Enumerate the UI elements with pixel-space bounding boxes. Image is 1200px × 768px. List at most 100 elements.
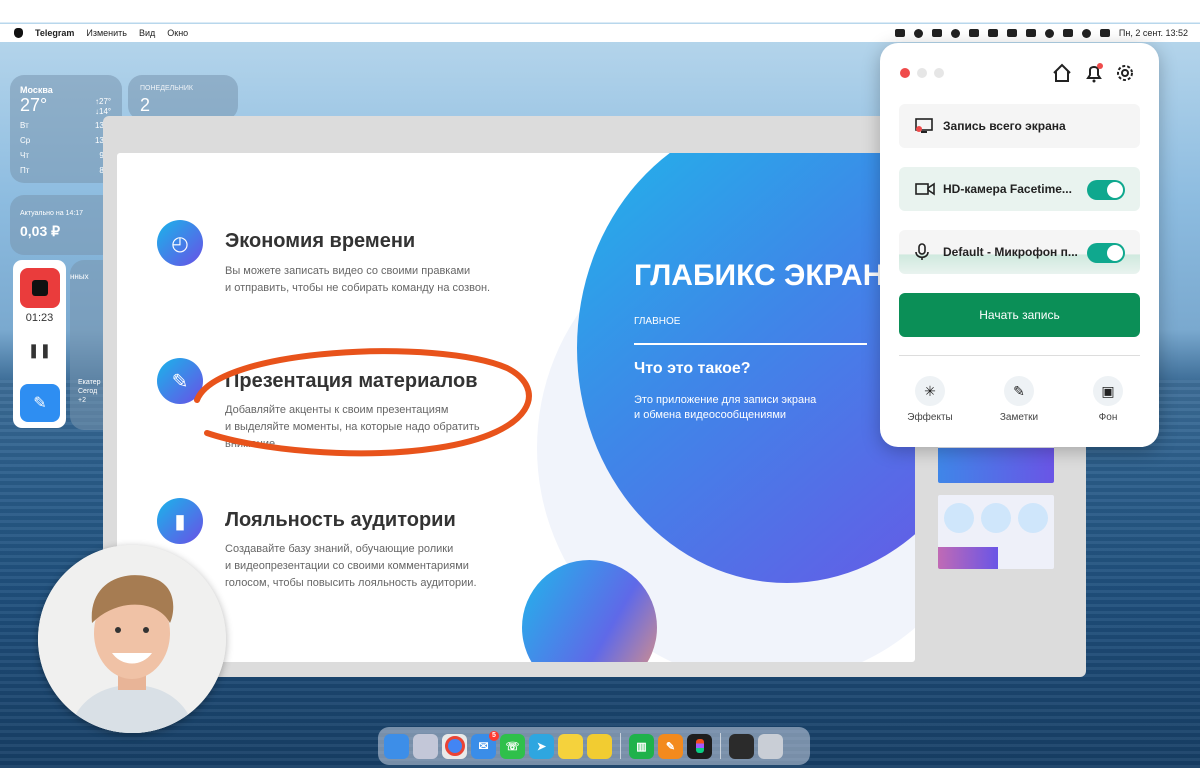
slide-divider <box>634 343 867 345</box>
effects-tool[interactable]: ✳ Эффекты <box>900 376 960 423</box>
menu-clock[interactable]: Пн, 2 сент. 13:52 <box>1119 28 1188 38</box>
webcam-avatar[interactable] <box>38 545 226 733</box>
calendar-widget[interactable]: ПОНЕДЕЛЬНИК 2 <box>128 75 238 120</box>
microphone-option[interactable]: Default - Микрофон п... <box>899 230 1140 274</box>
bell-icon[interactable] <box>1082 61 1106 85</box>
menu-item-view[interactable]: Вид <box>139 28 155 38</box>
thumbnail-preview <box>938 448 1054 483</box>
dock-figma-icon[interactable] <box>687 733 712 759</box>
menu-item-edit[interactable]: Изменить <box>86 28 127 38</box>
background-tool[interactable]: ▣ Фон <box>1078 376 1138 423</box>
network-icon[interactable] <box>968 29 979 37</box>
weather-row: Чт9 21 <box>20 151 115 160</box>
battery-icon[interactable] <box>931 29 942 37</box>
option-label: HD-камера Facetime... <box>943 182 1072 196</box>
dock-numbers-icon[interactable]: ▥ <box>629 733 654 759</box>
eject-icon[interactable] <box>1062 29 1073 37</box>
book-icon: ▮ <box>157 498 203 544</box>
dock-finder-icon[interactable] <box>384 733 409 759</box>
thumbnail-preview <box>944 503 974 533</box>
wifi-icon[interactable] <box>1044 28 1054 38</box>
background-icon: ▣ <box>1093 376 1123 406</box>
weather-low: ↓14° <box>95 107 112 116</box>
slide-question: Что это такое? <box>634 360 751 377</box>
timer-icon: ◴ <box>157 220 203 266</box>
dock-chrome-icon[interactable] <box>442 733 467 759</box>
stop-icon <box>32 280 48 296</box>
presentation-slide[interactable]: ◴ Экономия времени Вы можете записать ви… <box>117 153 915 662</box>
dock-pages-icon[interactable]: ✎ <box>658 733 683 759</box>
tool-label: Фон <box>1098 412 1118 423</box>
stock-label: Актуально на 14:17 <box>20 210 84 217</box>
slide-answer: Это приложение для записи экрана и обмен… <box>634 394 817 421</box>
option-label: Default - Микрофон п... <box>943 245 1078 259</box>
zoom-dot-icon[interactable] <box>934 68 944 78</box>
notes-tool[interactable]: ✎ Заметки <box>989 376 1049 423</box>
draw-button[interactable]: ✎ <box>20 384 60 422</box>
dock-activity-monitor-icon[interactable] <box>729 733 754 759</box>
recording-toolbar: 01:23 ❚❚ ✎ <box>13 260 66 428</box>
dock-stickies-icon[interactable] <box>587 733 612 759</box>
thumbnail-preview <box>938 547 998 569</box>
dock-launchpad-icon[interactable] <box>413 733 438 759</box>
toggle-knob <box>1107 245 1123 261</box>
spotlight-icon[interactable] <box>1081 28 1091 38</box>
tool-label: Эффекты <box>907 412 953 423</box>
mail-badge: 5 <box>489 730 499 741</box>
dock-mail-icon[interactable]: ✉ 5 <box>471 730 499 759</box>
panel-divider <box>899 355 1140 356</box>
dock-separator <box>620 733 621 759</box>
recorder-status-icon[interactable] <box>913 28 923 38</box>
thumbnail-preview <box>981 503 1011 533</box>
person-photo <box>38 545 226 733</box>
stock-value: 0,03 ₽ <box>20 223 61 239</box>
tool-label: Заметки <box>999 412 1039 423</box>
menu-item-window[interactable]: Окно <box>167 28 188 38</box>
apple-icon[interactable] <box>14 28 23 38</box>
annotation-ellipse[interactable] <box>177 338 597 468</box>
weather-temp: 27° <box>20 95 48 115</box>
dock-telegram-icon[interactable]: ➤ <box>529 733 554 759</box>
menu-bar: Telegram Изменить Вид Окно Пн, 2 сент. 1… <box>0 24 1200 42</box>
camera-toggle[interactable] <box>1087 180 1125 200</box>
dock: ✉ 5 ☏ ➤ ▥ ✎ <box>378 727 810 765</box>
menu-app-name[interactable]: Telegram <box>35 28 74 38</box>
control-center-icon[interactable] <box>1099 29 1110 37</box>
screen-capture-icon[interactable] <box>894 29 905 37</box>
start-recording-button[interactable]: Начать запись <box>899 293 1140 337</box>
weather-row: Вт13 26 <box>20 121 115 130</box>
feature-desc: Вы можете записать видео со своими правк… <box>225 265 491 294</box>
thumbnail-preview <box>1018 503 1048 533</box>
settings-gear-icon[interactable] <box>1113 61 1137 85</box>
side-widget-city: Екатер Сегод +2 <box>78 379 101 404</box>
dock-trash-icon[interactable] <box>758 733 783 759</box>
feature-title: Лояльность аудитории <box>225 509 456 531</box>
close-dot-icon[interactable] <box>900 68 910 78</box>
record-screen-option[interactable]: Запись всего экрана <box>899 104 1140 148</box>
weather-high: ↑27° <box>95 97 112 106</box>
weather-day: Пт <box>20 166 30 175</box>
weather-day: Чт <box>20 151 29 160</box>
option-label: Запись всего экрана <box>943 119 1066 133</box>
effects-icon: ✳ <box>915 376 945 406</box>
weather-day: Вт <box>20 121 29 130</box>
microphone-toggle[interactable] <box>1087 243 1125 263</box>
pause-button[interactable]: ❚❚ <box>13 342 66 359</box>
slide-subheading: ГЛАВНОЕ <box>634 316 681 327</box>
play-icon[interactable] <box>950 28 960 38</box>
notes-icon: ✎ <box>1004 376 1034 406</box>
recording-timer: 01:23 <box>25 312 54 324</box>
dock-whatsapp-icon[interactable]: ☏ <box>500 733 525 759</box>
monitor-icon <box>915 118 935 134</box>
keyboard-layout-icon[interactable] <box>1006 29 1017 37</box>
dock-separator <box>720 733 721 759</box>
display-icon[interactable] <box>1025 29 1036 37</box>
stop-recording-button[interactable] <box>20 268 60 308</box>
bluetooth-icon[interactable] <box>987 29 998 37</box>
side-widget-text: нных <box>70 272 89 281</box>
slide-thumbnail[interactable] <box>938 495 1054 569</box>
dock-notes-icon[interactable] <box>558 733 583 759</box>
camera-option[interactable]: HD-камера Facetime... <box>899 167 1140 211</box>
minimize-dot-icon[interactable] <box>917 68 927 78</box>
home-icon[interactable] <box>1050 61 1074 85</box>
